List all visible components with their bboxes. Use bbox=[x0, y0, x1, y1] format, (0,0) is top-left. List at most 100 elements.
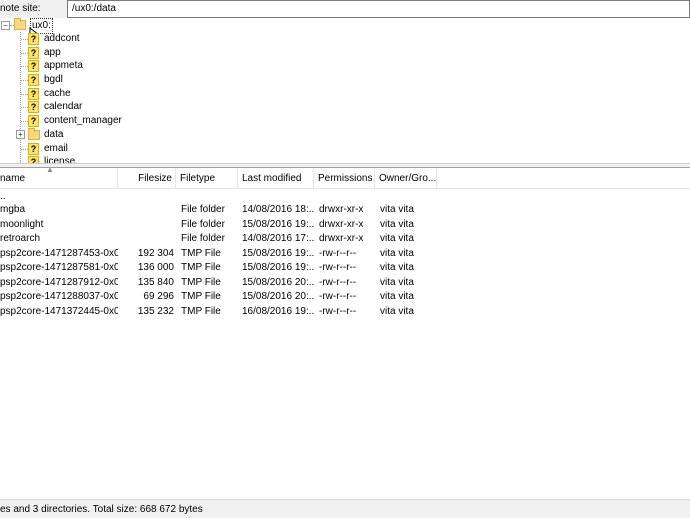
tree-item-label: addcont bbox=[44, 33, 80, 44]
tree-item-label: data bbox=[44, 129, 64, 140]
file-list[interactable]: .. mgba File folder 14/08/2016 18:... dr… bbox=[0, 189, 690, 499]
file-name: psp2core-1471287453-0x000... bbox=[0, 248, 118, 259]
tree-guide-line bbox=[21, 121, 28, 122]
file-list-header: ▲ name Filesize Filetype Last modified P… bbox=[0, 168, 690, 189]
file-owner: vita vita bbox=[380, 219, 414, 230]
file-last-modified: 14/08/2016 17:... bbox=[242, 233, 314, 244]
question-icon: ? bbox=[28, 143, 39, 155]
file-last-modified: 15/08/2016 19:... bbox=[242, 262, 314, 273]
file-type: File folder bbox=[181, 219, 225, 230]
tree-guide-line bbox=[21, 39, 28, 40]
file-name: retroarch bbox=[0, 233, 41, 244]
file-permissions: drwxr-xr-x bbox=[319, 233, 364, 244]
file-name: psp2core-1471287912-0x000... bbox=[0, 277, 118, 288]
file-permissions: drwxr-xr-x bbox=[319, 219, 364, 230]
tree-item-label: app bbox=[44, 47, 61, 58]
question-icon: ? bbox=[28, 88, 39, 100]
collapse-root-icon[interactable]: − bbox=[1, 21, 10, 30]
column-header-label: Filesize bbox=[138, 173, 172, 184]
file-type: TMP File bbox=[181, 291, 221, 302]
file-type: TMP File bbox=[181, 277, 221, 288]
file-row[interactable]: mgba File folder 14/08/2016 18:... drwxr… bbox=[0, 202, 690, 217]
file-owner: vita vita bbox=[380, 262, 414, 273]
column-header-label: Filetype bbox=[180, 173, 216, 184]
tree-item-label: calendar bbox=[44, 101, 83, 112]
file-last-modified: 15/08/2016 20:... bbox=[242, 291, 314, 302]
file-size: 136 000 bbox=[137, 262, 174, 273]
file-name: psp2core-1471372445-0x000... bbox=[0, 306, 118, 317]
file-name: psp2core-1471287581-0x000... bbox=[0, 262, 118, 273]
file-type: TMP File bbox=[181, 248, 221, 259]
status-text: es and 3 directories. Total size: 668 67… bbox=[0, 504, 203, 515]
file-row[interactable]: moonlight File folder 15/08/2016 19:... … bbox=[0, 217, 690, 232]
column-header-label: name bbox=[0, 173, 26, 184]
file-type: File folder bbox=[181, 204, 225, 215]
file-name: psp2core-1471288037-0x000... bbox=[0, 291, 118, 302]
file-last-modified: 15/08/2016 20:... bbox=[242, 277, 314, 288]
file-permissions: -rw-r--r-- bbox=[319, 277, 357, 288]
file-type: TMP File bbox=[181, 262, 221, 273]
file-row[interactable]: psp2core-1471372445-0x000... 135 232 TMP… bbox=[0, 304, 690, 319]
column-header-label: Permissions bbox=[318, 173, 373, 184]
tree-item-label: appmeta bbox=[44, 60, 83, 71]
file-last-modified: 16/08/2016 19:... bbox=[242, 306, 314, 317]
column-header-owner-group[interactable]: Owner/Gro... bbox=[375, 168, 437, 189]
file-size: 69 296 bbox=[143, 291, 174, 302]
file-permissions: -rw-r--r-- bbox=[319, 291, 357, 302]
file-row[interactable]: psp2core-1471287453-0x000... 192 304 TMP… bbox=[0, 246, 690, 261]
column-header-label: Last modified bbox=[242, 173, 302, 184]
column-header-last-modified[interactable]: Last modified bbox=[238, 168, 314, 189]
file-row[interactable]: retroarch File folder 14/08/2016 17:... … bbox=[0, 231, 690, 246]
status-bar: es and 3 directories. Total size: 668 67… bbox=[0, 499, 690, 518]
tree-guide-line bbox=[21, 66, 28, 67]
sort-ascending-icon: ▲ bbox=[46, 168, 54, 174]
file-row[interactable]: psp2core-1471287581-0x000... 136 000 TMP… bbox=[0, 260, 690, 275]
folder-icon bbox=[14, 18, 26, 30]
tree-item-label: bgdl bbox=[44, 74, 63, 85]
tree-guide-line bbox=[21, 53, 28, 54]
file-last-modified: 14/08/2016 18:... bbox=[242, 204, 314, 215]
column-header-name[interactable]: ▲ name bbox=[0, 168, 118, 189]
file-size bbox=[118, 217, 174, 232]
file-row[interactable]: psp2core-1471287912-0x000... 135 840 TMP… bbox=[0, 275, 690, 290]
tree-guide-line bbox=[21, 149, 28, 150]
tree-guide-line bbox=[21, 94, 28, 95]
question-icon: ? bbox=[28, 33, 39, 45]
tree-guide-line bbox=[20, 32, 21, 163]
remote-site-bar: note site: /ux0:/data bbox=[0, 0, 690, 18]
question-icon: ? bbox=[28, 47, 39, 59]
column-header-permissions[interactable]: Permissions bbox=[314, 168, 375, 189]
file-last-modified: 15/08/2016 19:... bbox=[242, 248, 314, 259]
column-header-filetype[interactable]: Filetype bbox=[176, 168, 238, 189]
file-name: mgba bbox=[0, 204, 26, 215]
file-size bbox=[118, 202, 174, 217]
tree-item-label: email bbox=[44, 143, 68, 154]
question-icon: ? bbox=[28, 60, 39, 72]
file-owner: vita vita bbox=[380, 248, 414, 259]
question-icon: ? bbox=[28, 74, 39, 86]
folder-icon bbox=[28, 128, 40, 140]
expand-data-icon[interactable]: + bbox=[16, 130, 25, 139]
file-row[interactable]: psp2core-1471288037-0x000... 69 296 TMP … bbox=[0, 289, 690, 304]
file-owner: vita vita bbox=[380, 204, 414, 215]
remote-site-label: note site: bbox=[0, 3, 41, 14]
file-permissions: -rw-r--r-- bbox=[319, 262, 357, 273]
file-type: TMP File bbox=[181, 306, 221, 317]
file-permissions: -rw-r--r-- bbox=[319, 248, 357, 259]
column-header-filesize[interactable]: Filesize bbox=[118, 168, 176, 189]
file-owner: vita vita bbox=[380, 277, 414, 288]
file-owner: vita vita bbox=[380, 291, 414, 302]
column-header-label: Owner/Gro... bbox=[379, 173, 437, 184]
tree-item-label: license bbox=[44, 156, 76, 163]
file-permissions: drwxr-xr-x bbox=[319, 204, 364, 215]
file-size bbox=[118, 231, 174, 246]
question-icon: ? bbox=[28, 115, 39, 127]
file-size: 192 304 bbox=[137, 248, 174, 259]
file-owner: vita vita bbox=[380, 233, 414, 244]
file-permissions: -rw-r--r-- bbox=[319, 306, 357, 317]
question-icon: ? bbox=[28, 156, 39, 163]
remote-directory-tree[interactable]: − ux0: ? addcont ? app ? appmeta ? bgdl … bbox=[0, 18, 690, 163]
remote-path-input[interactable]: /ux0:/data bbox=[67, 0, 690, 18]
file-size: 135 232 bbox=[137, 306, 174, 317]
file-owner: vita vita bbox=[380, 306, 414, 317]
